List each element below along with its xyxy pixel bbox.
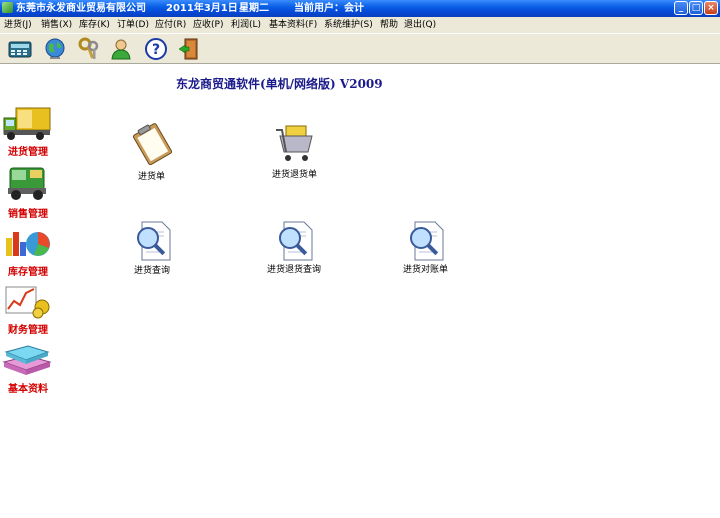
nav-purchase-management[interactable]: 进货管理 <box>2 106 54 158</box>
svg-text:?: ? <box>152 42 160 58</box>
menu-inventory[interactable]: 库存(K) <box>79 19 110 31</box>
purchase-return-label: 进货退货单 <box>272 170 318 180</box>
date-label: 2011年3月1日 <box>166 3 238 14</box>
search-doc-icon <box>410 221 444 261</box>
menu-sales[interactable]: 销售(X) <box>41 19 72 31</box>
app-title: 东龙商贸通软件(单机/网络版) V2009 <box>176 77 383 91</box>
nav-label: 财务管理 <box>8 325 48 336</box>
app-icon <box>2 2 13 13</box>
globe-icon[interactable] <box>42 37 68 61</box>
finance-chart-icon <box>5 286 50 319</box>
nav-basic-data[interactable]: 基本资料 <box>2 342 54 396</box>
clipboard-icon <box>132 123 173 166</box>
purchase-query-label: 进货查询 <box>134 266 171 276</box>
menu-payable[interactable]: 应付(R) <box>155 19 186 31</box>
close-button[interactable]: × <box>704 1 718 15</box>
menu-receivable[interactable]: 应收(P) <box>193 19 223 31</box>
nav-label: 库存管理 <box>8 267 48 278</box>
pie-chart-icon <box>6 232 50 256</box>
current-user-label: 当前用户：会计 <box>294 3 364 14</box>
menu-basic-data[interactable]: 基本资料(F) <box>269 19 317 31</box>
menu-purchase[interactable]: 进货(J) <box>4 19 32 31</box>
purchase-query-button[interactable] <box>130 218 176 264</box>
main-area <box>0 64 720 518</box>
purchase-statement-label: 进货对账单 <box>403 265 449 275</box>
purchase-statement-button[interactable] <box>403 218 449 264</box>
nav-label: 销售管理 <box>8 209 48 220</box>
help-icon[interactable]: ? <box>143 37 169 61</box>
menu-exit[interactable]: 退出(Q) <box>404 19 436 31</box>
purchase-return-query-button[interactable] <box>272 218 318 264</box>
nav-label: 基本资料 <box>8 384 48 395</box>
minimize-button[interactable]: _ <box>674 1 688 15</box>
menu-help[interactable]: 帮助 <box>380 19 398 31</box>
maximize-button[interactable]: □ <box>689 1 703 15</box>
search-doc-icon <box>279 221 313 261</box>
toolbar: ? <box>0 33 720 64</box>
menu-bar: 进货(J) 销售(X) 库存(K) 订单(D) 应付(R) 应收(P) 利润(L… <box>0 17 720 33</box>
weekday-label: 星期二 <box>239 3 269 14</box>
purchase-return-button[interactable] <box>274 122 320 168</box>
window-title: 东莞市永发商业贸易有限公司 <box>16 3 146 14</box>
title-bar: 东莞市永发商业贸易有限公司 2011年3月1日 星期二 当前用户：会计 _ □ … <box>0 0 720 17</box>
menu-orders[interactable]: 订单(D) <box>117 19 149 31</box>
nav-sales-management[interactable]: 销售管理 <box>2 164 54 220</box>
menu-profit[interactable]: 利润(L) <box>231 19 261 31</box>
nav-finance-management[interactable]: 财务管理 <box>2 283 54 336</box>
menu-system[interactable]: 系统维护(S) <box>324 19 373 31</box>
search-doc-icon <box>137 221 171 261</box>
truck-icon <box>3 107 51 140</box>
stack-icon <box>2 345 52 375</box>
cart-icon <box>276 125 313 161</box>
exit-icon[interactable] <box>176 37 202 61</box>
user-icon[interactable] <box>108 37 134 61</box>
calculator-icon[interactable] <box>7 37 33 61</box>
sales-truck-icon <box>8 167 46 200</box>
purchase-return-query-label: 进货退货查询 <box>267 265 322 275</box>
purchase-order-button[interactable] <box>130 123 176 169</box>
purchase-order-label: 进货单 <box>138 172 166 182</box>
nav-label: 进货管理 <box>8 147 48 158</box>
nav-inventory-management[interactable]: 库存管理 <box>2 224 54 278</box>
keys-icon[interactable] <box>76 37 102 61</box>
